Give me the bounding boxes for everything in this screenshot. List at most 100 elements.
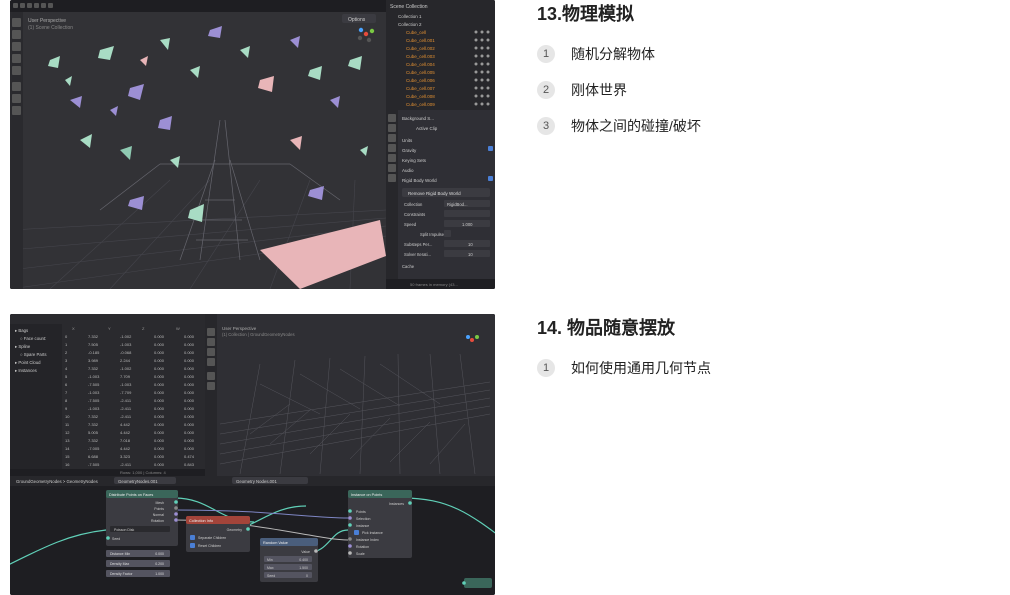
step-text: 刚体世界 [571, 80, 627, 100]
svg-text:W: W [176, 326, 180, 331]
svg-text:16: 16 [65, 462, 70, 467]
svg-text:Constraints: Constraints [404, 212, 425, 217]
svg-text:Cube_cell.002: Cube_cell.002 [406, 46, 435, 51]
svg-text:Instance on Points: Instance on Points [351, 493, 382, 497]
svg-text:-1.002: -1.002 [120, 366, 132, 371]
svg-text:Substeps Per...: Substeps Per... [404, 242, 432, 247]
svg-text:○ Spare Parts: ○ Spare Parts [20, 352, 47, 357]
svg-text:0.000: 0.000 [154, 430, 165, 435]
svg-text:Density Factor: Density Factor [110, 572, 133, 576]
svg-text:0.000: 0.000 [154, 438, 165, 443]
svg-text:Keying Sets: Keying Sets [402, 158, 427, 163]
svg-text:0.000: 0.000 [154, 342, 165, 347]
step-text: 如何使用通用几何节点 [571, 358, 711, 378]
viewport-sublabel: (1) Scene Collection [28, 25, 73, 31]
svg-text:-7.709: -7.709 [120, 390, 132, 395]
svg-text:Cube_cell.003: Cube_cell.003 [406, 54, 435, 59]
outliner-root: Scene Collection [390, 4, 428, 10]
svg-text:○ Face count:: ○ Face count: [20, 336, 46, 341]
svg-text:Rigid Body World: Rigid Body World [402, 178, 437, 183]
svg-text:Pick Instance: Pick Instance [362, 531, 383, 535]
svg-text:0.474: 0.474 [184, 454, 195, 459]
svg-text:-1.003: -1.003 [120, 342, 132, 347]
svg-text:0.000: 0.000 [184, 334, 195, 339]
svg-text:-2.411: -2.411 [120, 406, 132, 411]
svg-text:Points: Points [356, 510, 366, 514]
svg-text:3.989: 3.989 [88, 358, 99, 363]
svg-text:0.000: 0.000 [184, 374, 195, 379]
svg-text:0.000: 0.000 [184, 342, 195, 347]
svg-text:0: 0 [306, 574, 308, 578]
svg-text:-7.005: -7.005 [88, 446, 100, 451]
svg-text:Collection 1: Collection 1 [398, 14, 422, 19]
step-bullet: 1 [537, 359, 555, 377]
svg-text:Seed: Seed [267, 574, 275, 578]
svg-text:7.709: 7.709 [120, 374, 131, 379]
sec13-blender-physics-screenshot: User Perspective (1) Scene Collection Op… [10, 0, 495, 289]
svg-text:X: X [72, 326, 75, 331]
svg-text:0.000: 0.000 [184, 350, 195, 355]
svg-text:4.442: 4.442 [120, 430, 131, 435]
svg-text:0.000: 0.000 [154, 462, 165, 467]
list-item: 2 刚体世界 [537, 80, 701, 100]
svg-text:Gravity: Gravity [402, 148, 417, 153]
spreadsheet-footer: Rows: 1,000 | Columns: 4 [120, 470, 167, 475]
options-button: Options [348, 17, 366, 23]
svg-text:0.000: 0.000 [154, 406, 165, 411]
svg-text:-2.411: -2.411 [120, 414, 132, 419]
svg-text:Cube_cell.007: Cube_cell.007 [406, 86, 435, 91]
svg-text:Cube_cell.006: Cube_cell.006 [406, 78, 435, 83]
svg-text:GeometryNodes.001: GeometryNodes.001 [118, 479, 158, 484]
svg-text:Scale: Scale [356, 552, 365, 556]
svg-text:7.332: 7.332 [88, 414, 99, 419]
svg-text:Background S...: Background S... [402, 116, 434, 121]
svg-text:4.442: 4.442 [120, 446, 131, 451]
nodes-breadcrumb-left: GroundGeometryNodes > GeometryNodes [16, 479, 98, 484]
svg-text:0.000: 0.000 [184, 390, 195, 395]
sec13-title: 13.物理模拟 [537, 0, 701, 26]
svg-text:Cube_cell.004: Cube_cell.004 [406, 62, 435, 67]
svg-text:0.000: 0.000 [154, 398, 165, 403]
svg-text:Cube_cell.001: Cube_cell.001 [406, 38, 435, 43]
svg-text:0.000: 0.000 [184, 406, 195, 411]
svg-text:10: 10 [468, 252, 473, 257]
svg-text:5.005: 5.005 [88, 430, 99, 435]
svg-text:Active Clip: Active Clip [416, 126, 438, 131]
svg-text:0.000: 0.000 [154, 366, 165, 371]
svg-text:-0.068: -0.068 [120, 350, 132, 355]
svg-text:Points: Points [154, 507, 164, 511]
viewport-label: User Perspective [28, 18, 66, 24]
svg-text:RigidBod...: RigidBod... [447, 202, 467, 207]
svg-text:▸ Point Cloud: ▸ Point Cloud [15, 360, 41, 365]
step-text: 随机分解物体 [571, 44, 655, 64]
list-item: 3 物体之间的碰撞/破坏 [537, 116, 701, 136]
svg-text:Units: Units [402, 138, 413, 143]
svg-text:Instances: Instances [389, 502, 404, 506]
svg-text:Reset Children: Reset Children [198, 544, 221, 548]
svg-text:0.000: 0.000 [154, 350, 165, 355]
svg-text:0.000: 0.000 [155, 552, 164, 556]
svg-text:Geometry: Geometry [227, 528, 243, 532]
sec14-steps: 1 如何使用通用几何节点 [537, 358, 711, 378]
svg-text:Split Impulse: Split Impulse [420, 232, 445, 237]
remove-rigidbody-button: Remove Rigid Body World [408, 191, 461, 196]
step-bullet: 3 [537, 117, 555, 135]
viewport-label: User Perspective [222, 326, 257, 331]
svg-text:7.505: 7.505 [88, 342, 99, 347]
svg-text:0.400: 0.400 [299, 558, 308, 562]
svg-text:Random Value: Random Value [263, 541, 288, 545]
svg-text:0.200: 0.200 [155, 562, 164, 566]
svg-text:Audio: Audio [402, 168, 414, 173]
svg-text:7.332: 7.332 [88, 334, 99, 339]
svg-text:Mesh: Mesh [155, 501, 164, 505]
svg-text:Collection 2: Collection 2 [398, 22, 422, 27]
svg-text:Density Max: Density Max [110, 562, 130, 566]
svg-text:Normal: Normal [153, 513, 165, 517]
svg-text:Speed: Speed [404, 222, 417, 227]
sec13-steps: 1 随机分解物体 2 刚体世界 3 物体之间的碰撞/破坏 [537, 44, 701, 136]
svg-text:0.843: 0.843 [184, 462, 195, 467]
sec13-image-wrap: User Perspective (1) Scene Collection Op… [10, 0, 495, 289]
svg-text:0.000: 0.000 [154, 454, 165, 459]
svg-text:10: 10 [468, 242, 473, 247]
svg-text:Distribute Points on Faces: Distribute Points on Faces [109, 493, 153, 497]
